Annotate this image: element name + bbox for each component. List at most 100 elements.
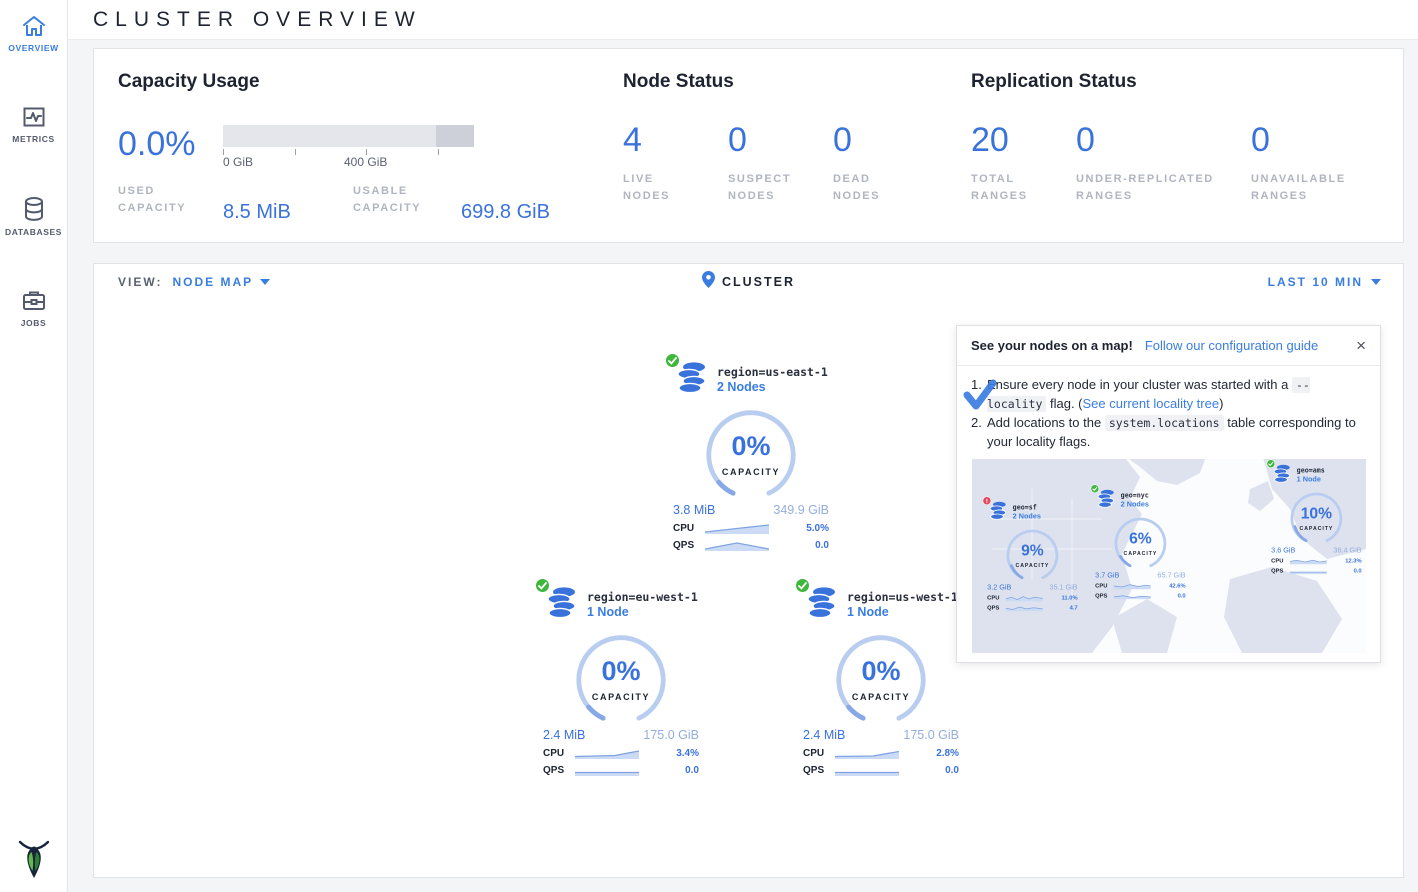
region-label: geo=nyc	[1120, 489, 1148, 500]
time-range-dropdown[interactable]: LAST 10 MIN	[1268, 275, 1381, 289]
node-count-link[interactable]: 1 Node	[587, 605, 698, 619]
mini-node-card-geo-nyc: geo=nyc 2 Nodes 6% CAPACITY 3.7 GiB 65.7…	[1094, 489, 1187, 599]
node-stack-icon	[807, 605, 837, 622]
capacity-gauge: 0% CAPACITY	[566, 630, 676, 726]
dead-nodes-value: 0	[833, 123, 938, 157]
qps-sparkline	[1005, 605, 1042, 612]
cockroachdb-logo	[0, 838, 68, 880]
cluster-overview-page: OVERVIEW METRICS DATABASES JOBS	[0, 0, 1418, 892]
node-stack-icon	[677, 380, 707, 397]
chevron-down-icon	[260, 279, 270, 285]
cpu-value: 3.4%	[639, 748, 699, 759]
replication-status-section: Replication Status 20 TOTAL RANGES 0 UND…	[971, 71, 1356, 242]
cpu-sparkline	[575, 747, 639, 759]
capacity-gauge: 0% CAPACITY	[696, 405, 806, 501]
total-value: 175.0 GiB	[903, 728, 959, 742]
cpu-sparkline	[1005, 595, 1042, 602]
map-pin-icon	[702, 271, 715, 293]
dead-nodes-label: DEAD NODES	[833, 171, 903, 205]
qps-label: QPS	[543, 765, 575, 776]
chevron-down-icon	[1371, 279, 1381, 285]
cpu-value: 5.0%	[769, 523, 829, 534]
view-label: VIEW:	[118, 275, 162, 289]
healthy-check-icon	[1090, 485, 1099, 494]
sidebar-item-jobs[interactable]: JOBS	[0, 275, 67, 338]
title-bar: CLUSTER OVERVIEW	[68, 0, 1418, 40]
used-value: 2.4 MiB	[543, 728, 585, 742]
node-count-link[interactable]: 2 Nodes	[717, 380, 828, 394]
example-node-map-image: geo=sf 2 Nodes 9% CAPACITY 3.2 GiB 35.1 …	[972, 459, 1366, 653]
suspect-nodes-metric: 0 SUSPECT NODES	[728, 123, 833, 205]
live-nodes-label: LIVE NODES	[623, 171, 693, 205]
system-locations-code: system.locations	[1105, 415, 1224, 431]
node-card-us-east-1[interactable]: region=us-east-1 2 Nodes 0% CAPACITY 3.8…	[671, 361, 831, 551]
cpu-value: 2.8%	[899, 748, 959, 759]
under-replicated-metric: 0 UNDER-REPLICATED RANGES	[1076, 123, 1251, 205]
mini-node-card-geo-sf: geo=sf 2 Nodes 9% CAPACITY 3.2 GiB 35.1 …	[986, 501, 1079, 611]
used-capacity-value: 8.5 MiB	[223, 201, 353, 224]
usable-capacity-label: USABLE CAPACITY	[353, 183, 438, 224]
total-value: 175.0 GiB	[643, 728, 699, 742]
qps-sparkline	[835, 764, 899, 776]
node-map-panel: region=us-east-1 2 Nodes 0% CAPACITY 3.8…	[93, 300, 1404, 878]
close-icon[interactable]: ×	[1356, 337, 1366, 354]
total-ranges-value: 20	[971, 123, 1076, 157]
popup-title: See your nodes on a map!	[971, 338, 1133, 353]
sidebar-item-label: JOBS	[21, 318, 47, 328]
under-replicated-value: 0	[1076, 123, 1251, 157]
node-card-eu-west-1[interactable]: region=eu-west-1 1 Node 0% CAPACITY 2.4 …	[541, 586, 701, 776]
cpu-label: CPU	[803, 748, 835, 759]
node-count-link: 2 Nodes	[1120, 500, 1148, 508]
total-value: 349.9 GiB	[773, 503, 829, 517]
used-value: 3.8 MiB	[673, 503, 715, 517]
total-ranges-metric: 20 TOTAL RANGES	[971, 123, 1076, 205]
sidebar-item-metrics[interactable]: METRICS	[0, 91, 67, 154]
node-stack-icon	[1273, 475, 1290, 485]
page-title: CLUSTER OVERVIEW	[93, 8, 422, 32]
capacity-used-percent: 0.0%	[118, 125, 223, 169]
metrics-icon	[22, 105, 46, 129]
used-capacity-label: USED CAPACITY	[118, 183, 198, 224]
sidebar-item-label: METRICS	[12, 134, 54, 144]
region-label: region=us-east-1	[717, 361, 828, 380]
cpu-sparkline	[1289, 558, 1326, 565]
qps-sparkline	[575, 764, 639, 776]
dead-nodes-metric: 0 DEAD NODES	[833, 123, 938, 205]
qps-sparkline	[1289, 568, 1326, 575]
setup-step-2: 2. Add locations to the system.locations…	[971, 414, 1366, 452]
region-label: region=us-west-1	[847, 586, 958, 605]
cpu-label: CPU	[543, 748, 575, 759]
healthy-check-icon	[535, 578, 550, 593]
locality-tree-link[interactable]: See current locality tree	[1083, 396, 1220, 411]
locality-breadcrumb[interactable]: CLUSTER	[722, 275, 795, 289]
unavailable-ranges-label: UNAVAILABLE RANGES	[1251, 171, 1356, 205]
node-count-link: 2 Nodes	[1012, 512, 1040, 520]
cpu-sparkline	[1113, 583, 1150, 590]
region-label: geo=ams	[1296, 464, 1324, 475]
node-card-us-west-1[interactable]: region=us-west-1 1 Node 0% CAPACITY 2.4 …	[801, 586, 961, 776]
healthy-check-icon	[795, 578, 810, 593]
healthy-check-icon	[1266, 460, 1275, 469]
node-count-link[interactable]: 1 Node	[847, 605, 958, 619]
capacity-bar: 0 GiB 400 GiB	[223, 125, 474, 169]
sidebar-item-overview[interactable]: OVERVIEW	[0, 0, 67, 63]
capacity-usage-heading: Capacity Usage	[118, 71, 623, 93]
sidebar-item-databases[interactable]: DATABASES	[0, 182, 67, 247]
home-icon	[21, 14, 47, 38]
gauge-capacity-label: CAPACITY	[826, 692, 936, 702]
gauge-capacity-label: CAPACITY	[696, 467, 806, 477]
node-stack-icon	[1097, 500, 1114, 510]
mini-node-card-geo-ams: geo=ams 1 Node 10% CAPACITY 3.6 GiB 36.4…	[1270, 464, 1363, 574]
cpu-sparkline	[835, 747, 899, 759]
gauge-percent: 0%	[826, 656, 936, 687]
sidebar-item-label: OVERVIEW	[8, 43, 58, 53]
sidebar: OVERVIEW METRICS DATABASES JOBS	[0, 0, 68, 892]
capacity-usage-section: Capacity Usage 0.0% 0 GiB 400 GiB USED C…	[118, 71, 623, 242]
used-value: 2.4 MiB	[803, 728, 845, 742]
view-selector-dropdown[interactable]: NODE MAP	[172, 275, 270, 289]
configuration-guide-link[interactable]: Follow our configuration guide	[1145, 338, 1344, 353]
qps-sparkline	[1113, 593, 1150, 600]
node-count-link: 1 Node	[1296, 475, 1324, 483]
capacity-bar-reserved-segment	[436, 125, 474, 147]
node-stack-icon	[989, 512, 1006, 522]
